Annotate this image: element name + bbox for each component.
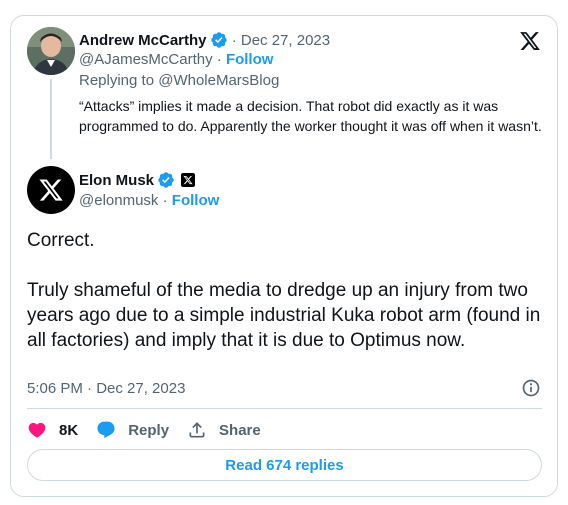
main-author-row: Elon Musk — [79, 170, 196, 190]
separator-dot: · — [158, 192, 172, 209]
main-tweet-paragraph: Truly shameful of the media to dredge up… — [27, 280, 541, 351]
quoted-author-row: Andrew McCarthy · Dec 27, 2023 — [79, 30, 330, 50]
separator-dot: · — [212, 51, 226, 68]
main-handle-row: @elonmusk · Follow — [79, 192, 219, 209]
action-bar: 8K Reply Share — [27, 418, 279, 442]
share-button[interactable]: Share — [187, 420, 261, 440]
main-handle[interactable]: @elonmusk — [79, 192, 158, 209]
quoted-date[interactable]: · Dec 27, 2023 — [228, 32, 330, 49]
x-avatar-logo-icon — [39, 179, 63, 201]
tweet-timestamp[interactable]: 5:06 PM · Dec 27, 2023 — [27, 380, 185, 397]
like-button[interactable]: 8K — [27, 420, 78, 440]
replying-to[interactable]: Replying to @WholeMarsBlog — [79, 72, 279, 89]
main-tweet-paragraph: Correct. — [27, 230, 95, 251]
divider — [27, 408, 542, 409]
elon-musk-avatar[interactable] — [27, 166, 75, 214]
reply-button[interactable]: Reply — [96, 420, 169, 440]
like-count: 8K — [59, 421, 79, 439]
avatar-photo-icon — [27, 27, 75, 75]
thread-connector — [50, 79, 52, 159]
quoted-handle-row: @AJamesMcCarthy · Follow — [79, 51, 273, 68]
reply-bubble-icon — [97, 421, 115, 439]
info-icon[interactable] — [521, 378, 541, 398]
verified-badge-icon — [210, 32, 227, 48]
x-affiliate-badge-icon[interactable] — [181, 173, 196, 187]
follow-andrew-button[interactable]: Follow — [226, 51, 274, 68]
heart-icon — [28, 422, 46, 438]
verified-badge-icon — [158, 172, 174, 188]
x-logo-icon[interactable] — [519, 30, 541, 52]
reply-label: Reply — [128, 421, 170, 439]
share-icon — [189, 422, 205, 438]
quoted-handle[interactable]: @AJamesMcCarthy — [79, 51, 213, 68]
share-label: Share — [219, 421, 261, 439]
andrew-mccarthy-avatar[interactable] — [27, 27, 75, 75]
quoted-tweet-text: “Attacks” implies it made a decision. Th… — [79, 98, 542, 134]
read-replies-button[interactable]: Read 674 replies — [27, 449, 542, 481]
main-author-name[interactable]: Elon Musk — [79, 172, 154, 189]
main-tweet-text: Correct. Truly shameful of the media to … — [27, 228, 542, 353]
follow-elon-button[interactable]: Follow — [172, 192, 220, 209]
quoted-author-name[interactable]: Andrew McCarthy — [79, 32, 207, 49]
